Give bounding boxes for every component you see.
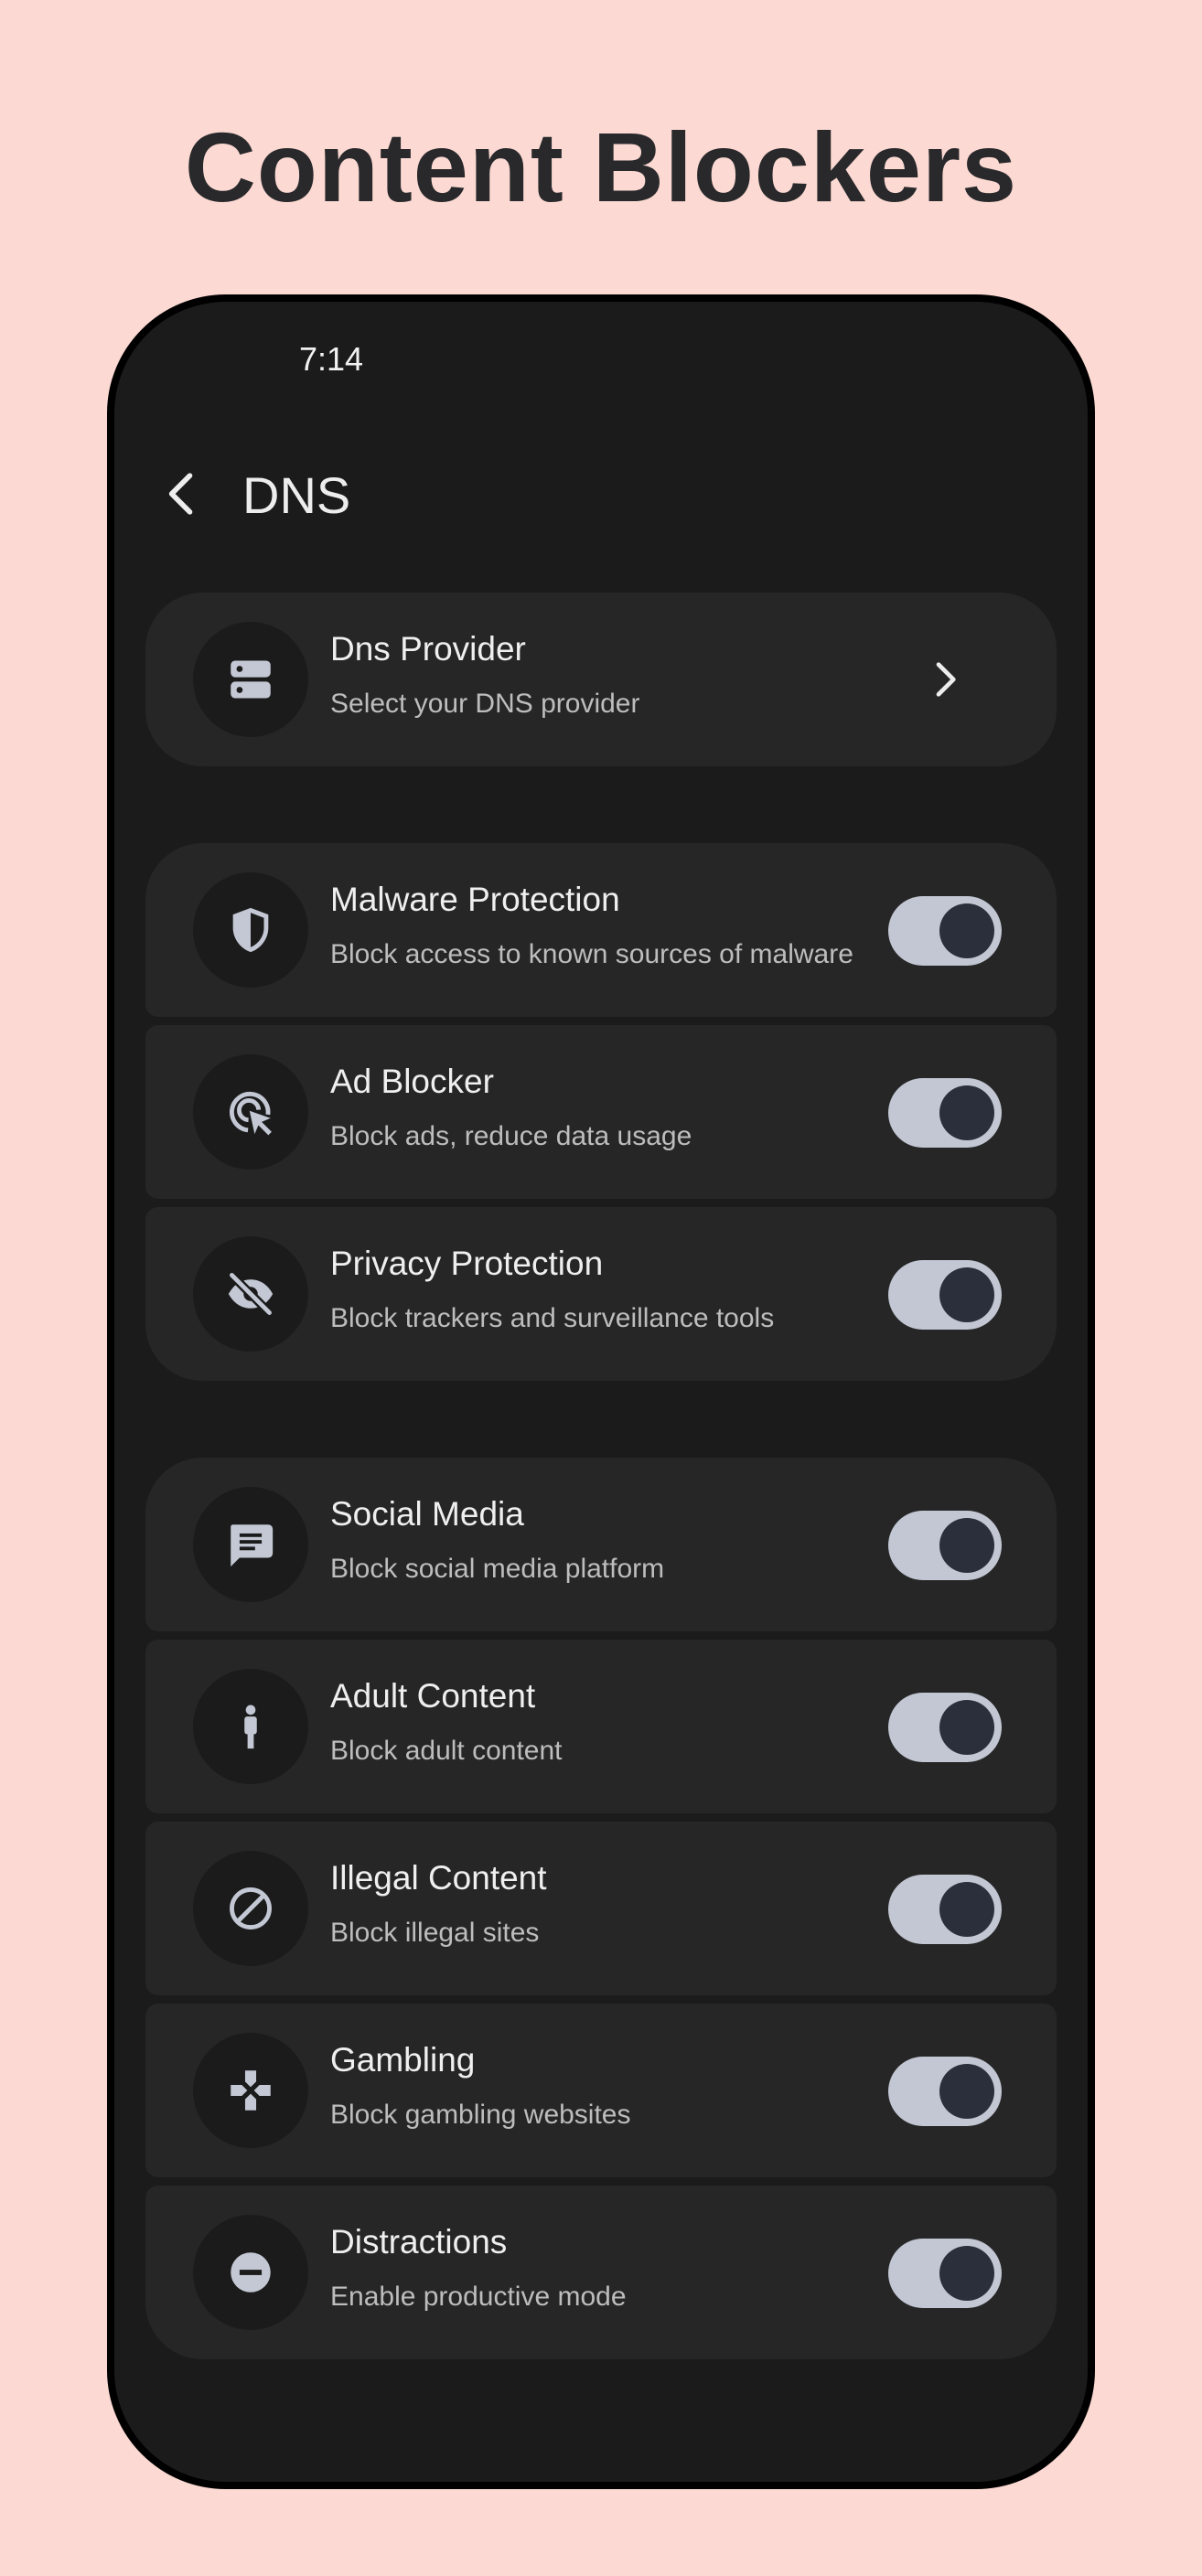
adult-content-item[interactable]: Adult Content Block adult content: [145, 1640, 1057, 1813]
distractions-item[interactable]: Distractions Enable productive mode: [145, 2186, 1057, 2359]
privacy-protection-toggle[interactable]: [888, 1260, 1002, 1330]
malware-protection-subtitle: Block access to known sources of malware: [330, 939, 853, 969]
distractions-toggle[interactable]: [888, 2239, 1002, 2308]
gamepad-icon: [231, 2070, 271, 2111]
chat-icon: [231, 1524, 274, 1567]
page-headline: Content Blockers: [184, 112, 1018, 222]
do-not-disturb-icon: [231, 2252, 271, 2293]
gambling-subtitle: Block gambling websites: [330, 2100, 631, 2130]
toggle-thumb: [939, 1882, 994, 1937]
ad-blocker-title: Ad Blocker: [330, 1063, 494, 1100]
ad-blocker-subtitle: Block ads, reduce data usage: [330, 1121, 692, 1151]
visibility-off-icon: [227, 1270, 274, 1318]
block-icon: [230, 1887, 272, 1929]
person-icon: [244, 1705, 257, 1749]
distractions-subtitle: Enable productive mode: [330, 2282, 627, 2312]
shield-icon: [232, 907, 269, 953]
privacy-protection-item[interactable]: Privacy Protection Block trackers and su…: [145, 1207, 1057, 1381]
social-media-subtitle: Block social media platform: [330, 1554, 665, 1584]
toggle-thumb: [939, 1700, 994, 1755]
page-title: DNS: [242, 466, 351, 524]
gambling-toggle[interactable]: [888, 2057, 1002, 2126]
social-media-title: Social Media: [330, 1495, 524, 1533]
dns-provider-subtitle: Select your DNS provider: [330, 689, 640, 719]
illegal-content-toggle[interactable]: [888, 1875, 1002, 1944]
privacy-protection-subtitle: Block trackers and surveillance tools: [330, 1303, 775, 1333]
privacy-protection-title: Privacy Protection: [330, 1245, 604, 1282]
illegal-content-title: Illegal Content: [330, 1859, 547, 1897]
toggle-thumb: [939, 903, 994, 958]
arrow-back-icon: [168, 473, 193, 515]
phone-frame: 7:14 DNS Dns Provider Select your DNS pr…: [107, 294, 1095, 2489]
illegal-content-subtitle: Block illegal sites: [330, 1918, 540, 1948]
back-button[interactable]: [151, 463, 213, 525]
social-media-toggle[interactable]: [888, 1511, 1002, 1580]
gambling-item[interactable]: Gambling Block gambling websites: [145, 2004, 1057, 2177]
dns-server-icon: [231, 660, 271, 699]
gambling-title: Gambling: [330, 2041, 476, 2079]
ads-click-icon: [230, 1091, 272, 1136]
toggle-thumb: [939, 2064, 994, 2119]
adult-content-title: Adult Content: [330, 1677, 536, 1715]
dns-provider-title: Dns Provider: [330, 630, 526, 668]
chevron-right-icon: [919, 654, 971, 705]
malware-protection-title: Malware Protection: [330, 881, 620, 918]
distractions-title: Distractions: [330, 2223, 508, 2261]
ad-blocker-item[interactable]: Ad Blocker Block ads, reduce data usage: [145, 1025, 1057, 1199]
dns-provider-item[interactable]: Dns Provider Select your DNS provider: [145, 593, 1057, 766]
malware-protection-item[interactable]: Malware Protection Block access to known…: [145, 843, 1057, 1017]
toggle-thumb: [939, 1085, 994, 1140]
toggle-thumb: [939, 2246, 994, 2301]
social-media-item[interactable]: Social Media Block social media platform: [145, 1458, 1057, 1631]
toggle-thumb: [939, 1267, 994, 1322]
adult-content-subtitle: Block adult content: [330, 1736, 563, 1766]
app-bar: DNS: [114, 448, 1088, 540]
toggle-thumb: [939, 1518, 994, 1573]
phone-screen: 7:14 DNS Dns Provider Select your DNS pr…: [114, 302, 1088, 2482]
status-bar-time: 7:14: [299, 340, 364, 378]
malware-protection-toggle[interactable]: [888, 896, 1002, 966]
adult-content-toggle[interactable]: [888, 1693, 1002, 1762]
illegal-content-item[interactable]: Illegal Content Block illegal sites: [145, 1822, 1057, 1995]
ad-blocker-toggle[interactable]: [888, 1078, 1002, 1148]
dns-provider-icon-container: [193, 622, 308, 737]
